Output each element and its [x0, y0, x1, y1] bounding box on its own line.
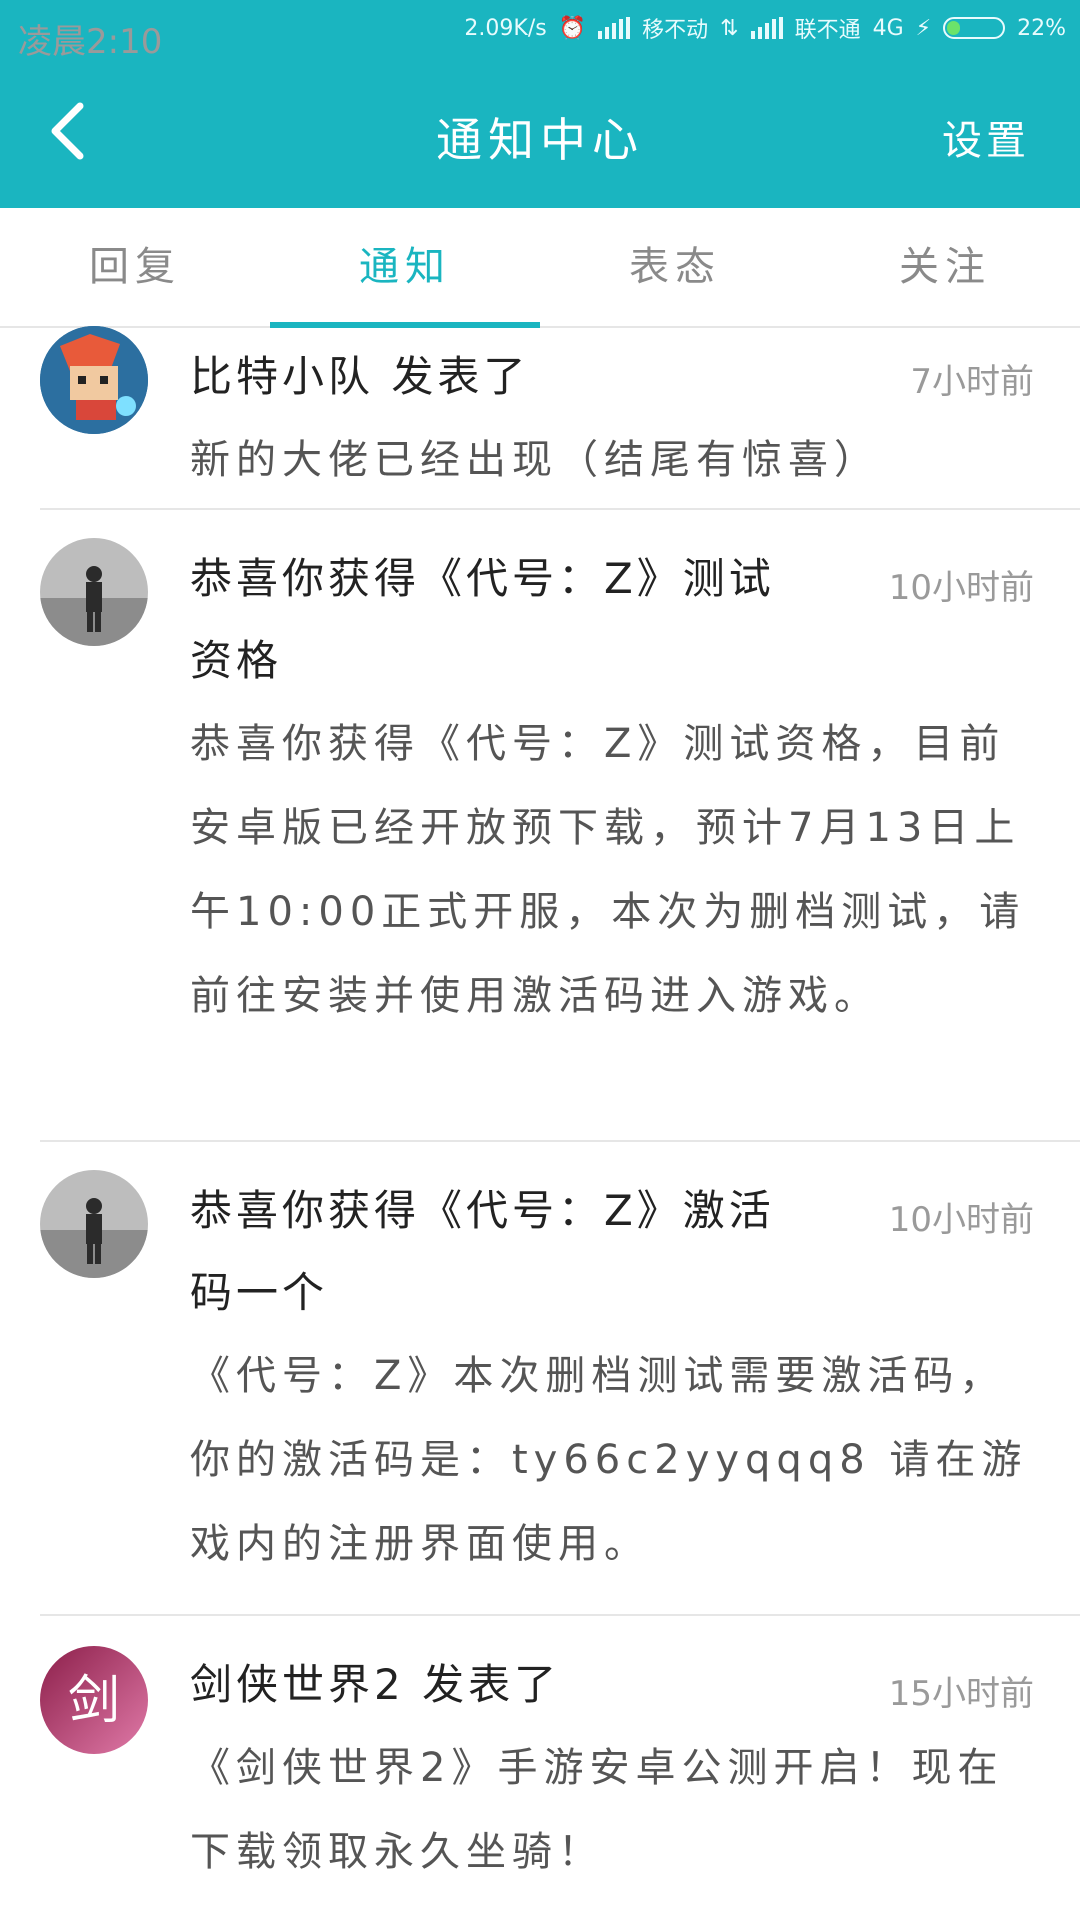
item-title: 剑侠世界2 发表了 [190, 1660, 561, 1709]
item-title: 恭喜你获得《代号：Z》激活码一个 [190, 1186, 775, 1317]
notification-item[interactable]: 恭喜你获得《代号：Z》激活码一个 10小时前 《代号：Z》本次删档测试需要激活码… [40, 1142, 1080, 1616]
title-bar: 通知中心 设置 [0, 54, 1080, 208]
svg-text:剑: 剑 [68, 1671, 120, 1731]
signal-icon-2 [750, 17, 783, 39]
status-right: 2.09K/s ⏰ 移不动 ⇅ 联不通 4G ⚡ 22% [464, 12, 1066, 44]
item-title: 恭喜你获得《代号：Z》测试资格 [190, 554, 775, 685]
app-header: 凌晨2:10 2.09K/s ⏰ 移不动 ⇅ 联不通 4G ⚡ 22% 通知中心… [0, 0, 1080, 208]
avatar: 剑 [40, 1646, 148, 1754]
settings-button[interactable]: 设置 [942, 108, 1030, 166]
signal-icon [598, 17, 631, 39]
item-title: 比特小队 发表了 [190, 352, 530, 401]
tab-follow[interactable]: 关注 [810, 208, 1080, 326]
avatar [40, 1170, 148, 1278]
carrier-2: 联不通 [794, 18, 861, 43]
tab-notifications[interactable]: 通知 [270, 208, 540, 328]
item-time: 15小时前 [888, 1674, 1034, 1714]
item-time: 10小时前 [888, 568, 1034, 608]
item-body: 新的大佬已经出现（结尾有惊喜） [190, 437, 880, 483]
notification-item[interactable]: 恭喜你获得《代号：Z》测试资格 10小时前 恭喜你获得《代号：Z》测试资格，目前… [40, 510, 1080, 1142]
carrier-1: 移不动 [642, 18, 709, 43]
battery-percent: 22% [1017, 15, 1066, 41]
data-transfer-icon: ⇅ [720, 15, 739, 41]
battery-icon [943, 17, 1006, 39]
tab-reactions[interactable]: 表态 [540, 208, 810, 326]
item-time: 7小时前 [910, 362, 1034, 402]
notification-item[interactable]: 比特小队 发表了 7小时前 新的大佬已经出现（结尾有惊喜） [40, 326, 1080, 510]
item-body: 恭喜你获得《代号：Z》测试资格，目前安卓版已经开放预下载，预计7月13日上午10… [190, 721, 1026, 1019]
network-speed: 2.09K/s [464, 15, 547, 41]
notification-item[interactable]: 剑 剑侠世界2 发表了 15小时前 《剑侠世界2》手游安卓公测开启！现在下载领取… [40, 1616, 1080, 1876]
item-body: 《代号：Z》本次删档测试需要激活码，你的激活码是：ty66c2yyqqq8 请在… [190, 1353, 1028, 1567]
tab-reply[interactable]: 回复 [0, 208, 270, 326]
charging-icon: ⚡ [915, 15, 932, 41]
network-type: 4G [872, 15, 904, 41]
item-time: 10小时前 [888, 1200, 1034, 1240]
status-bar: 凌晨2:10 2.09K/s ⏰ 移不动 ⇅ 联不通 4G ⚡ 22% [0, 0, 1080, 63]
notification-list: 比特小队 发表了 7小时前 新的大佬已经出现（结尾有惊喜） 恭喜你获得《代号：Z… [0, 326, 1080, 1876]
tab-bar: 回复 通知 表态 关注 [0, 208, 1080, 328]
alarm-icon: ⏰ [558, 15, 587, 41]
avatar [40, 538, 148, 646]
item-body: 《剑侠世界2》手游安卓公测开启！现在下载领取永久坐骑！ [190, 1745, 1004, 1875]
avatar [40, 326, 148, 434]
page-title: 通知中心 [436, 113, 644, 167]
